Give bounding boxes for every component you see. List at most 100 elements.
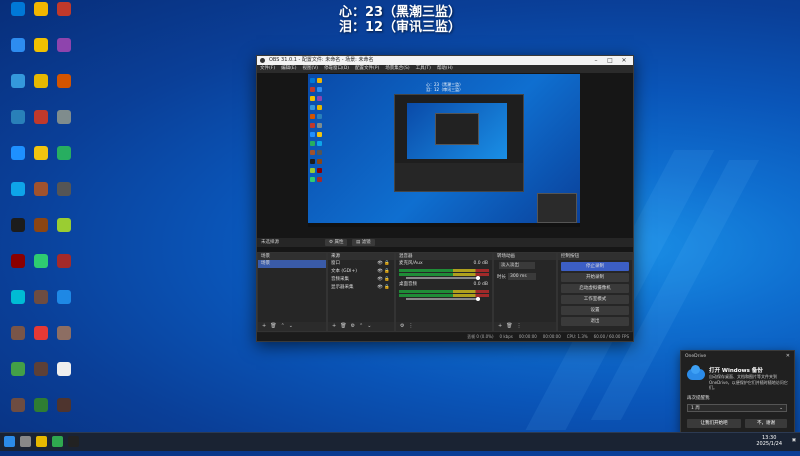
preview-nested-obs [394,94,524,192]
onedrive-notification[interactable]: OneDrive ✕ 打开 Windows 备份 自动保存桌面、文档和图片等文件… [680,350,795,434]
app-shortcut[interactable] [48,218,80,248]
source-item[interactable]: 文本 (GDI+) 👁 🔒 [328,268,394,276]
scenes-dock: 场景 场景 + 🗑 ⌃ ⌄ [257,252,327,332]
channel-name: 桌面音频 0.0 dB [399,282,488,287]
menu-item[interactable]: 文件(F) [260,66,275,71]
source-down-button[interactable]: ⌄ [367,323,371,329]
game-icon [11,326,25,340]
control-button[interactable]: 停止录制 [561,262,629,271]
toast-primary-button[interactable]: 让我们开始吧 [687,419,741,428]
minimize-button[interactable]: – [589,56,603,65]
source-label: 文本 (GDI+) [331,269,357,274]
transition-select[interactable]: 淡入淡出 [499,262,535,269]
game-shortcut[interactable] [48,74,80,104]
app-shortcut[interactable] [48,110,80,140]
game-shortcut[interactable] [48,38,80,68]
menu-item[interactable]: 工具(T) [416,66,431,71]
menu-item[interactable]: 场景集合(S) [385,66,409,71]
duration-label: 时长 [497,275,506,280]
filters-button[interactable]: ▤ 滤镜 [352,239,375,246]
volume-slider[interactable] [406,297,480,301]
file-shortcut[interactable] [48,362,80,392]
obs-title-bar[interactable]: OBS 31.0.1 - 配置文件: 未命名 - 场景: 未命名 – □ ✕ [257,56,633,65]
obs-icon[interactable] [68,436,79,447]
control-button[interactable]: 退出 [561,317,629,326]
mixer-settings-button[interactable]: ⚙ [400,323,404,329]
close-button[interactable]: ✕ [617,56,631,65]
toast-secondary-button[interactable]: 不，谢谢 [745,419,787,428]
recycle-bin-icon [11,2,25,16]
app-shortcut[interactable] [48,182,80,212]
archive-icon [34,110,48,124]
explorer-icon[interactable] [36,436,47,447]
source-up-button[interactable]: ⌃ [359,323,363,329]
menu-item[interactable]: 停靠窗口(D) [324,66,349,71]
preview-game-icon [310,150,315,155]
mixer-menu-button[interactable]: ⋮ [408,323,413,329]
preview-obs-icon [310,159,315,164]
taskbar-clock[interactable]: 13:30 2025/1/24 [756,435,782,447]
visibility-lock-icon[interactable]: 👁 🔒 [377,260,390,268]
mixer-channel: 桌面音频 0.0 dB [396,281,492,301]
menu-item[interactable]: 编辑(E) [281,66,296,71]
game-icon [57,398,71,412]
app-icon [34,254,48,268]
game-shortcut[interactable] [48,2,80,32]
scene-up-button[interactable]: ⌃ [281,323,285,329]
obs-window[interactable]: OBS 31.0.1 - 配置文件: 未命名 - 场景: 未命名 – □ ✕ 文件(… [256,55,634,342]
duration-input[interactable]: 300 ms [508,273,536,280]
add-scene-button[interactable]: + [262,323,266,329]
maximize-button[interactable]: □ [603,56,617,65]
preview-nested-panels [395,163,523,191]
scene-item[interactable]: 场景 [258,260,326,268]
add-transition-button[interactable]: + [498,323,502,329]
preview-game-icon [310,87,315,92]
add-source-button[interactable]: + [332,323,336,329]
source-item[interactable]: 显示器采集 👁 🔒 [328,284,394,292]
game-shortcut[interactable] [48,398,80,428]
source-settings-button[interactable]: ⚙ [351,323,355,329]
remove-transition-button[interactable]: 🗑 [506,323,512,329]
game-shortcut[interactable] [48,326,80,356]
control-button[interactable]: 工作室模式 [561,295,629,304]
control-button[interactable]: 启动虚拟摄像机 [561,284,629,293]
preview-app-icon [317,123,322,128]
remove-scene-button[interactable]: 🗑 [270,323,276,329]
scene-down-button[interactable]: ⌄ [289,323,293,329]
menu-item[interactable]: 帮助(H) [437,66,453,71]
start-icon[interactable] [4,436,15,447]
preview-canvas[interactable]: 心：23（黑潮三监） 泪：12（审讯三监） [308,74,580,227]
source-item[interactable]: 窗口 👁 🔒 [328,260,394,268]
preview-control-panel-icon [317,114,322,119]
properties-button[interactable]: ⚙ 属性 [325,239,348,246]
remind-select[interactable]: 1 周 ⌄ [687,404,787,412]
nvidia-shortcut[interactable] [48,146,80,176]
control-panel-icon [11,110,25,124]
visibility-lock-icon[interactable]: 👁 🔒 [377,284,390,292]
transition-menu-button[interactable]: ⋮ [517,323,522,329]
app-shortcut[interactable] [48,290,80,320]
menu-item[interactable]: 视图(V) [302,66,318,71]
visibility-lock-icon[interactable]: 👁 🔒 [377,268,390,276]
app-icon[interactable] [52,436,63,447]
menu-item[interactable]: 配置文件(P) [355,66,379,71]
source-item[interactable]: 音频采集 👁 🔒 [328,276,394,284]
context-bar: 未选择源 ⚙ 属性 ▤ 滤镜 [257,238,633,247]
volume-slider[interactable] [406,276,480,280]
status-item: 0 kbps [499,334,513,339]
remove-source-button[interactable]: 🗑 [340,323,346,329]
volume-meter [399,269,489,272]
game-shortcut[interactable] [48,254,80,284]
app-icon [57,290,71,304]
game-icon [57,326,71,340]
preview-game-icon [317,168,322,173]
taskbar: 13:30 2025/1/24 ▣ [0,432,800,451]
notification-icon[interactable]: ▣ [792,438,796,456]
control-button[interactable]: 开始录制 [561,273,629,282]
nvidia-icon [57,146,71,160]
visibility-lock-icon[interactable]: 👁 🔒 [377,276,390,284]
toast-close-button[interactable]: ✕ [786,353,790,359]
preview-nested-toast [537,193,577,223]
control-button[interactable]: 设置 [561,306,629,315]
search-icon[interactable] [20,436,31,447]
